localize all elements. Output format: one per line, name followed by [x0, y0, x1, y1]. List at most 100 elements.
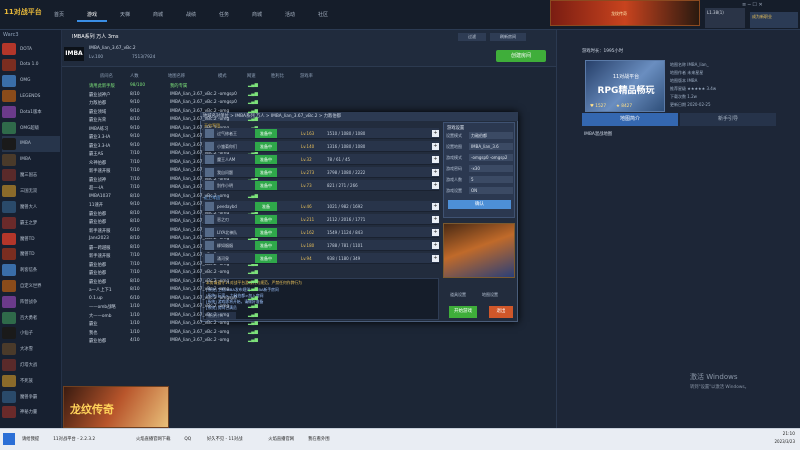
sidebar-item[interactable]: 魔兽争霸 [2, 389, 60, 405]
tab-map-intro[interactable]: 地图简介 [582, 113, 678, 126]
table-header[interactable]: 游戏率 [300, 73, 313, 79]
player-slot[interactable]: peedaybd 准备 Lv.46 1021 / 982 / 1692 + [203, 201, 439, 212]
bottom-ad-banner[interactable]: 龙纹传奇 [63, 386, 169, 428]
sidebar-item[interactable]: 魔兽TD [2, 246, 60, 262]
nav-tab[interactable]: 战绩 [176, 8, 206, 22]
nav-tab[interactable]: 任务 [209, 8, 239, 22]
add-icon[interactable]: + [432, 143, 439, 150]
window-controls[interactable]: ≡ ─ ☐ ✕ [742, 2, 798, 10]
taskbar-item[interactable]: QQ [184, 435, 191, 445]
tab-newbie-guide[interactable]: 新手引导 [680, 113, 776, 126]
nav-tab[interactable]: 天梯 [110, 8, 140, 22]
table-row[interactable]: 力敌伯都 9/10 IMBA_lian_3.67_vBc.2 -omgsp0 ▂▄▆ [80, 100, 550, 109]
setting-value[interactable]: ON [469, 187, 513, 194]
user-badge[interactable]: L1.38(1) [705, 8, 745, 28]
table-header[interactable]: 地图名称 [168, 73, 185, 79]
add-icon[interactable]: + [432, 216, 439, 223]
player-slot[interactable]: 我自问题 准备中 Lv.273 3798 / 1080 / 2222 + [203, 167, 439, 178]
sidebar-item[interactable]: 霸王之梦 [2, 215, 60, 231]
table-row[interactable]: 我也 1/10 IMBA_lian_3.67_vBc.2 -omg ▂▄▆ [80, 330, 550, 339]
taskbar-item[interactable]: 火焰直播官网下载 [136, 435, 170, 445]
sidebar-item[interactable]: 百大勇者 [2, 310, 60, 326]
sidebar-item[interactable]: 灯塔大战 [2, 357, 60, 373]
taskbar-item[interactable]: 11对战平台 - 2.2.3.2 [53, 435, 95, 445]
table-header[interactable]: 模式 [218, 73, 227, 79]
table-header[interactable]: 网速 [247, 73, 256, 79]
table-row[interactable]: 霸业伯都 4/10 IMBA_lian_3.67_vBc.2 -omg ▂▄▆ [80, 338, 550, 347]
table-row[interactable]: 霸业 1/10 IMBA_lian_3.67_vBc.2 -omg ▂▄▆ [80, 321, 550, 330]
sidebar-item[interactable]: Dota 1.0 [2, 57, 60, 73]
filter-button[interactable]: 过滤 [458, 33, 486, 41]
nav-tab[interactable]: 社区 [308, 8, 338, 22]
table-row[interactable]: 霸业光荣 8/10 IMBA_lian_3.67_vBc.2 -omg ▂▄▆ [80, 117, 550, 126]
nav-tab[interactable]: 首页 [44, 8, 74, 22]
table-header[interactable]: 人数 [130, 73, 139, 79]
taskbar-item[interactable]: 好久不见 - 11对战 [207, 435, 243, 445]
sidebar-item[interactable]: OMG超级 [2, 120, 60, 136]
table-row[interactable]: a—人上下1 8/10 IMBA_lian_3.67_vBc.2 -omg ▂▄▆ [80, 287, 550, 296]
sidebar-item[interactable]: OMG [2, 73, 60, 89]
player-slot[interactable]: LIYA北神队 准备中 Lv.162 1549 / 1124 / 843 + [203, 227, 439, 238]
setting-value[interactable]: IMBA_lian_3.6 [469, 143, 513, 150]
table-header[interactable]: 胜利比 [271, 73, 284, 79]
app-logo[interactable]: 11对战平台 [4, 5, 42, 19]
add-icon[interactable]: + [432, 169, 439, 176]
table-row[interactable]: 霸业战神户 8/10 IMBA_lian_3.67_vBc.2 -omgsp0 ▂▄▆ [80, 92, 550, 101]
taskbar-item[interactable]: 火焰直播官网 [268, 435, 294, 445]
sidebar-item[interactable]: 三国无双 [2, 183, 60, 199]
nav-tab[interactable]: 商城 [242, 8, 272, 22]
nav-tab[interactable]: 商城 [143, 8, 173, 22]
clock-time[interactable]: 21:10 [765, 432, 795, 437]
player-slot[interactable]: 别作小明 准备中 Lv.73 821 / 271 / 266 + [203, 180, 439, 191]
sidebar-item[interactable]: 小仙子 [2, 325, 60, 341]
create-room-button[interactable]: 创建房间 [496, 50, 546, 62]
sidebar-item[interactable]: 阵营战争 [2, 294, 60, 310]
add-icon[interactable]: + [432, 182, 439, 189]
sidebar-item[interactable]: 刺客信条 [2, 262, 60, 278]
table-row[interactable]: 请用此新手版 98/100 我的专属 ▂▄▆ [80, 83, 550, 92]
table-row[interactable]: 大——omb 1/10 IMBA_lian_3.67_vBc.2 -omg ▂▄▆ [80, 313, 550, 322]
start-menu-icon[interactable] [3, 433, 15, 445]
sidebar-item[interactable]: 大冰雪 [2, 341, 60, 357]
taskbar-item[interactable]: 我在看外围 [308, 435, 329, 445]
sidebar-item[interactable]: DOTA [2, 41, 60, 57]
add-icon[interactable]: + [432, 203, 439, 210]
player-slot[interactable]: 过气修者王 准备中 Lv.163 1510 / 1080 / 1080 + [203, 128, 439, 139]
sidebar-item[interactable]: 魔兽TD [2, 231, 60, 247]
sidebar-item[interactable]: 魔三国志 [2, 167, 60, 183]
player-slot[interactable]: 恶之刃 准备中 Lv.211 2112 / 2016 / 1771 + [203, 214, 439, 225]
sidebar-item[interactable]: 神秘力量 [2, 404, 60, 420]
map-cover-image[interactable]: 11对战平台 RPG精品畅玩 ♥ 1527 ★ 8427 [585, 60, 665, 112]
sidebar-item[interactable]: Dota1版本 [2, 104, 60, 120]
table-row[interactable]: ——omb战略 1/10 IMBA_lian_3.67_vBc.2 -omg ▂▄▆ [80, 304, 550, 313]
setting-value[interactable]: 5 [469, 176, 513, 183]
add-icon[interactable]: + [432, 229, 439, 236]
table-row[interactable]: 霸业伯都 7/10 IMBA_lian_3.67_vBc.2 -omg ▂▄▆ [80, 270, 550, 279]
refresh-button[interactable]: 刷新房间 [490, 33, 526, 41]
player-slot[interactable]: 柳如烟烟 准备中 Lv.180 1788 / 781 / 1101 + [203, 240, 439, 251]
add-icon[interactable]: + [432, 130, 439, 137]
setting-value[interactable]: 力敌伯都 [469, 132, 513, 139]
top-banner-ad[interactable]: 龙纹传奇 [550, 0, 700, 26]
sidebar-item[interactable]: LEGENDS [2, 88, 60, 104]
sidebar-item[interactable]: 自定义世界 [2, 278, 60, 294]
table-row[interactable]: 霸业领域 9/10 IMBA_lian_3.67_vBc.2 -omg ▂▄▆ [80, 109, 550, 118]
table-row[interactable]: 霸业伯都 8/10 IMBA_lian_3.67_vBc.2-omg ▂▄▆ [80, 279, 550, 288]
sidebar-item[interactable]: IMBA [2, 152, 60, 168]
add-icon[interactable]: + [432, 156, 439, 163]
sidebar-item[interactable]: 不死族 [2, 373, 60, 389]
setting-value[interactable]: -x30 [469, 165, 513, 172]
sidebar-item[interactable]: IMBA [2, 135, 60, 152]
table-header[interactable]: 房间名 [100, 73, 113, 79]
add-icon[interactable]: + [432, 255, 439, 262]
promo-button[interactable]: 成为新职业 [750, 12, 798, 28]
sidebar-item[interactable]: 魔兽大人 [2, 199, 60, 215]
nav-tab[interactable]: 游戏 [77, 8, 107, 22]
nav-tab[interactable]: 活动 [275, 8, 305, 22]
clock-date[interactable]: 2023/3/23 [765, 439, 795, 444]
add-icon[interactable]: + [432, 242, 439, 249]
table-row[interactable]: 0.1.up 6/10 IMBA_lian_3.67_vBc.2 -omgsp0 ▂▄▆ [80, 296, 550, 305]
taskbar-item[interactable]: 请给我提 [22, 435, 39, 445]
player-slot[interactable]: 涌河泉 准备中 Lv.94 938 / 1180 / 349 + [203, 253, 439, 264]
player-slot[interactable]: 魔王人AM 准备中 Lv.32 78 / 61 / 45 + [203, 154, 439, 165]
